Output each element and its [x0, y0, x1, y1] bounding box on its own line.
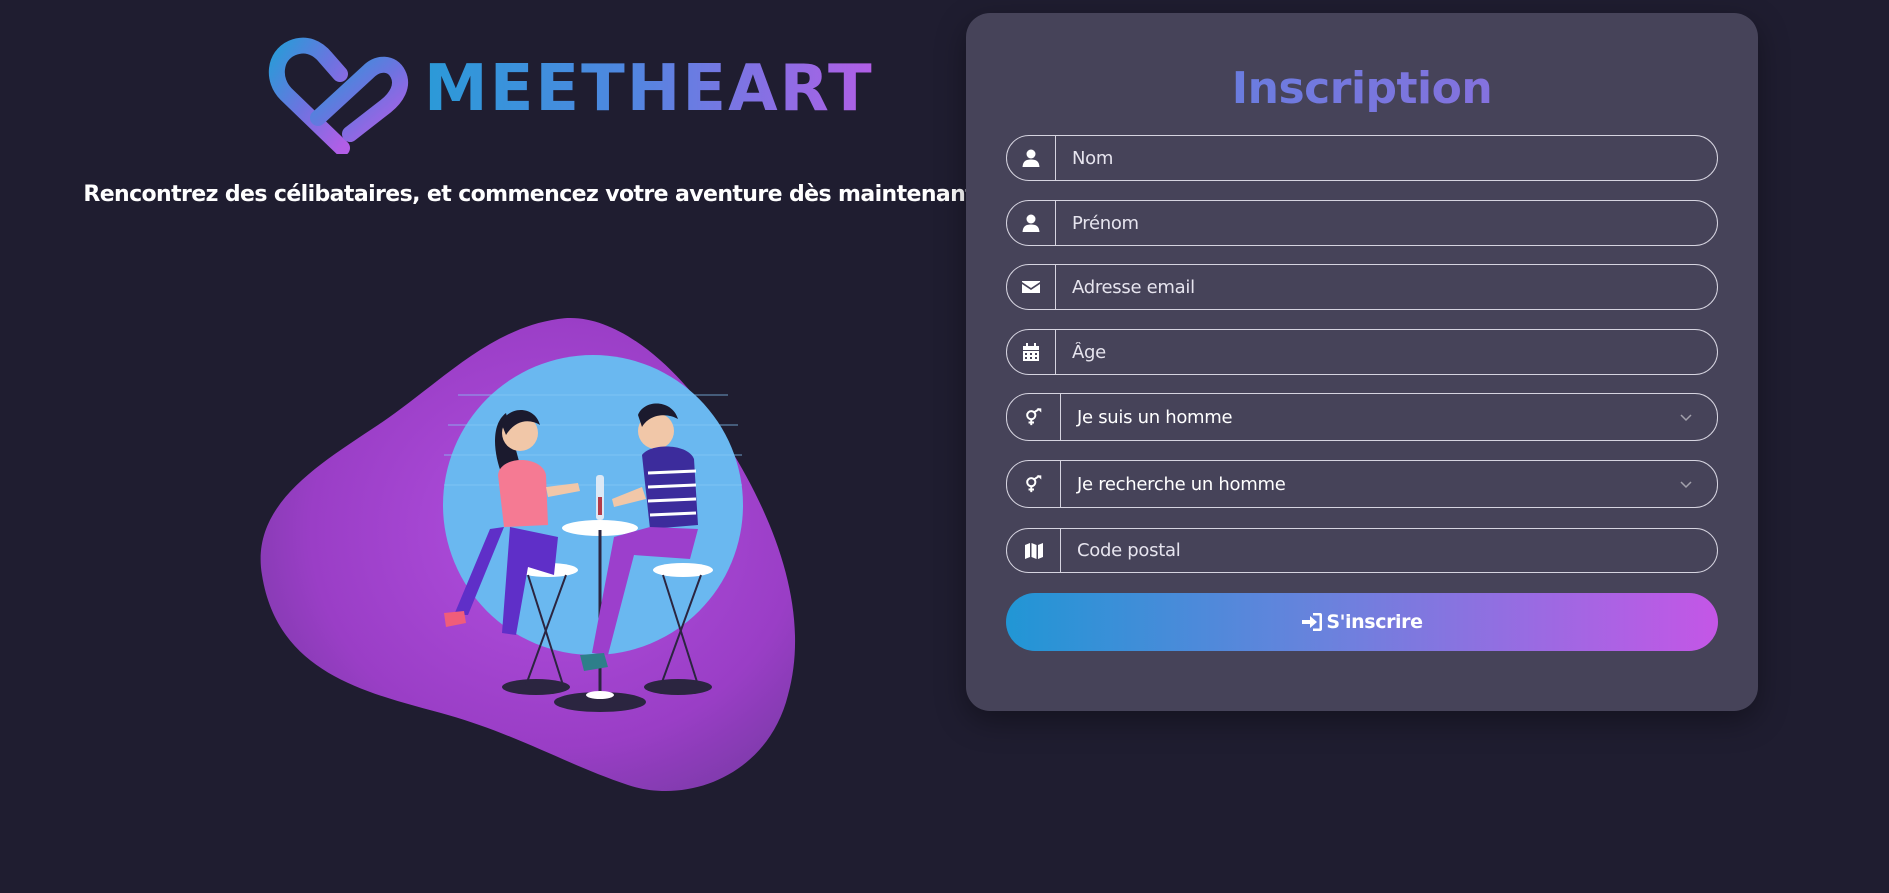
- brand-name: MEETHEART: [424, 52, 874, 126]
- envelope-icon: [1007, 265, 1056, 309]
- couple-date-illustration: [260, 317, 796, 791]
- user-icon: [1007, 136, 1056, 180]
- signup-button[interactable]: S'inscrire: [1006, 593, 1718, 651]
- gender-icon: [1007, 461, 1061, 507]
- age-field: [1006, 329, 1718, 375]
- nom-input[interactable]: [1056, 136, 1717, 180]
- form-title: Inscription: [966, 63, 1758, 114]
- email-input[interactable]: [1056, 265, 1717, 309]
- chevron-down-icon: [1680, 414, 1692, 422]
- prenom-field: [1006, 200, 1718, 246]
- nom-field: [1006, 135, 1718, 181]
- registration-card: Inscription Je suis un homme: [966, 13, 1758, 711]
- chevron-down-icon: [1680, 481, 1692, 489]
- prenom-input[interactable]: [1056, 201, 1717, 245]
- sign-in-icon: [1302, 613, 1323, 631]
- code-postal-field: [1006, 528, 1718, 573]
- code-postal-input[interactable]: [1061, 529, 1717, 572]
- calendar-icon: [1007, 330, 1056, 374]
- brand-logo: MEETHEART: [268, 36, 874, 154]
- genre-select-value: Je suis un homme: [1077, 406, 1233, 428]
- recherche-field: Je recherche un homme: [1006, 460, 1718, 508]
- heart-link-icon: [269, 37, 409, 154]
- recherche-select-value: Je recherche un homme: [1077, 473, 1286, 495]
- user-icon: [1007, 201, 1056, 245]
- genre-field: Je suis un homme: [1006, 393, 1718, 441]
- email-field: [1006, 264, 1718, 310]
- tagline: Rencontrez des célibataires, et commence…: [83, 182, 992, 207]
- age-input[interactable]: [1056, 330, 1717, 374]
- genre-select[interactable]: Je suis un homme: [1061, 394, 1717, 440]
- gender-icon: [1007, 394, 1061, 440]
- signup-button-label: S'inscrire: [1326, 611, 1423, 633]
- map-icon: [1007, 529, 1061, 572]
- recherche-select[interactable]: Je recherche un homme: [1061, 461, 1717, 507]
